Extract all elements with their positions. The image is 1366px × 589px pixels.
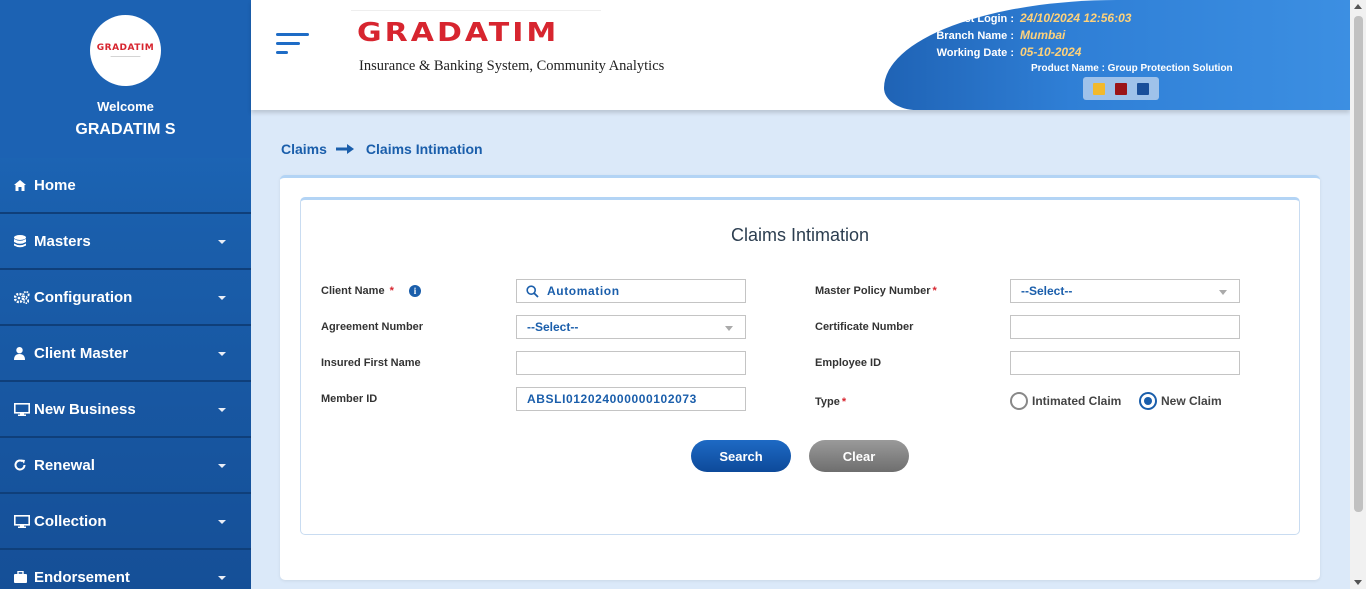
insured-first-name-field[interactable] — [516, 351, 746, 375]
search-button[interactable]: Search — [691, 440, 791, 472]
desktop-icon — [14, 402, 34, 416]
user-icon — [14, 346, 34, 360]
arrow-right-icon — [335, 144, 354, 154]
avatar-logo-tagline: ────────────── — [110, 54, 141, 58]
breadcrumb-current: Claims Intimation — [365, 141, 483, 157]
certificate-number-field[interactable] — [1010, 315, 1240, 339]
radio-label: Intimated Claim — [1032, 394, 1122, 408]
sidebar-item-label: Endorsement — [34, 568, 130, 586]
branch-name: Branch Name : Mumbai — [936, 28, 1066, 42]
database-icon — [14, 234, 34, 248]
username: GRADATIM S — [75, 121, 176, 138]
breadcrumb: Claims Claims Intimation — [281, 141, 483, 157]
certificate-number-input[interactable] — [1011, 316, 1239, 338]
theme-swatch-yellow[interactable] — [1093, 82, 1105, 95]
theme-switcher — [1083, 77, 1159, 100]
sidebar-item-label: New Business — [34, 400, 136, 418]
sidebar: GRADATIM ────────────── Welcome GRADATIM… — [0, 0, 251, 589]
sidebar-item-endorsement[interactable]: Endorsement — [0, 550, 251, 589]
theme-swatch-blue[interactable] — [1137, 82, 1149, 95]
top-header: GRADATIM Insurance & Banking System, Com… — [251, 0, 1350, 110]
chevron-down-icon — [218, 464, 226, 468]
sidebar-item-collection[interactable]: Collection — [0, 494, 251, 550]
chevron-down-icon — [1219, 290, 1227, 295]
product-name: Product Name : Group Protection Solution — [1031, 63, 1233, 74]
clear-button[interactable]: Clear — [809, 440, 909, 472]
form-title: Claims Intimation — [730, 225, 870, 245]
desktop-icon — [14, 514, 34, 528]
chevron-down-icon — [218, 240, 226, 244]
sidebar-item-label: Configuration — [34, 288, 133, 306]
radio-new-claim[interactable]: New Claim — [1139, 392, 1222, 410]
agreement-number-label: Agreement Number — [321, 321, 424, 333]
welcome-text: Welcome — [97, 99, 154, 114]
sidebar-item-home[interactable]: Home — [0, 158, 251, 214]
brand-logo: GRADATIM Insurance & Banking System, Com… — [351, 10, 664, 80]
profile-panel: GRADATIM ────────────── Welcome GRADATIM… — [0, 0, 251, 158]
briefcase-icon — [14, 571, 34, 583]
sidebar-item-new-business[interactable]: New Business — [0, 382, 251, 438]
master-policy-label: Master Policy Number * — [815, 285, 937, 297]
avatar: GRADATIM ────────────── — [90, 15, 161, 86]
refresh-icon — [14, 459, 34, 471]
member-id-label: Member ID — [321, 393, 378, 405]
brand-tagline: Insurance & Banking System, Community An… — [359, 58, 665, 74]
radio-circle[interactable] — [1010, 392, 1028, 410]
sidebar-item-label: Renewal — [34, 456, 95, 474]
master-policy-selected: --Select-- — [1021, 284, 1073, 298]
working-date: Working Date :05-10-2024 — [936, 45, 1082, 59]
avatar-logo-text: GRADATIM — [96, 43, 155, 53]
last-login: Last Login :24/10/2024 12:56:03 — [951, 11, 1132, 25]
sidebar-item-renewal[interactable]: Renewal — [0, 438, 251, 494]
chevron-down-icon — [218, 296, 226, 300]
home-icon — [14, 179, 34, 191]
client-name-input[interactable] — [517, 280, 745, 302]
type-label: Type * — [815, 396, 847, 408]
insured-first-name-input[interactable] — [517, 352, 745, 374]
chevron-down-icon — [218, 576, 226, 580]
client-name-field[interactable] — [516, 279, 746, 303]
sidebar-item-configuration[interactable]: Configuration — [0, 270, 251, 326]
gears-icon — [14, 290, 34, 304]
sidebar-item-label: Client Master — [34, 344, 129, 362]
info-icon[interactable]: i — [408, 285, 421, 298]
radio-circle[interactable] — [1139, 392, 1157, 410]
session-info-panel: Last Login :24/10/2024 12:56:03 Branch N… — [884, 0, 1350, 110]
agreement-number-select[interactable]: --Select-- — [516, 315, 746, 339]
radio-intimated-claim[interactable]: Intimated Claim — [1010, 392, 1121, 410]
sidebar-item-label: Masters — [34, 232, 91, 250]
theme-swatch-red[interactable] — [1115, 82, 1127, 95]
chevron-down-icon — [218, 520, 226, 524]
scroll-down-icon[interactable] — [1354, 580, 1362, 585]
chevron-down-icon — [218, 352, 226, 356]
insured-first-name-label: Insured First Name — [321, 357, 421, 369]
brand-name: GRADATIM — [357, 18, 560, 48]
chevron-down-icon — [725, 326, 733, 331]
certificate-number-label: Certificate Number — [815, 321, 914, 333]
sidebar-item-label: Home — [34, 176, 76, 194]
breadcrumb-claims[interactable]: Claims — [281, 141, 327, 157]
radio-label: New Claim — [1161, 394, 1222, 408]
scroll-up-icon[interactable] — [1354, 4, 1362, 9]
menu-toggle-icon[interactable] — [276, 33, 309, 57]
employee-id-label: Employee ID — [815, 357, 882, 369]
sidebar-item-client-master[interactable]: Client Master — [0, 326, 251, 382]
member-id-input[interactable] — [517, 388, 745, 410]
employee-id-input[interactable] — [1011, 352, 1239, 374]
page-scrollbar[interactable] — [1350, 0, 1366, 589]
sidebar-item-masters[interactable]: Masters — [0, 214, 251, 270]
master-policy-select[interactable]: --Select-- — [1010, 279, 1240, 303]
search-icon — [526, 285, 539, 301]
agreement-selected: --Select-- — [527, 320, 579, 334]
employee-id-field[interactable] — [1010, 351, 1240, 375]
chevron-down-icon — [218, 408, 226, 412]
member-id-field[interactable] — [516, 387, 746, 411]
scroll-thumb[interactable] — [1354, 16, 1363, 512]
client-name-label: Client Name * i — [321, 285, 421, 298]
sidebar-item-label: Collection — [34, 512, 107, 530]
